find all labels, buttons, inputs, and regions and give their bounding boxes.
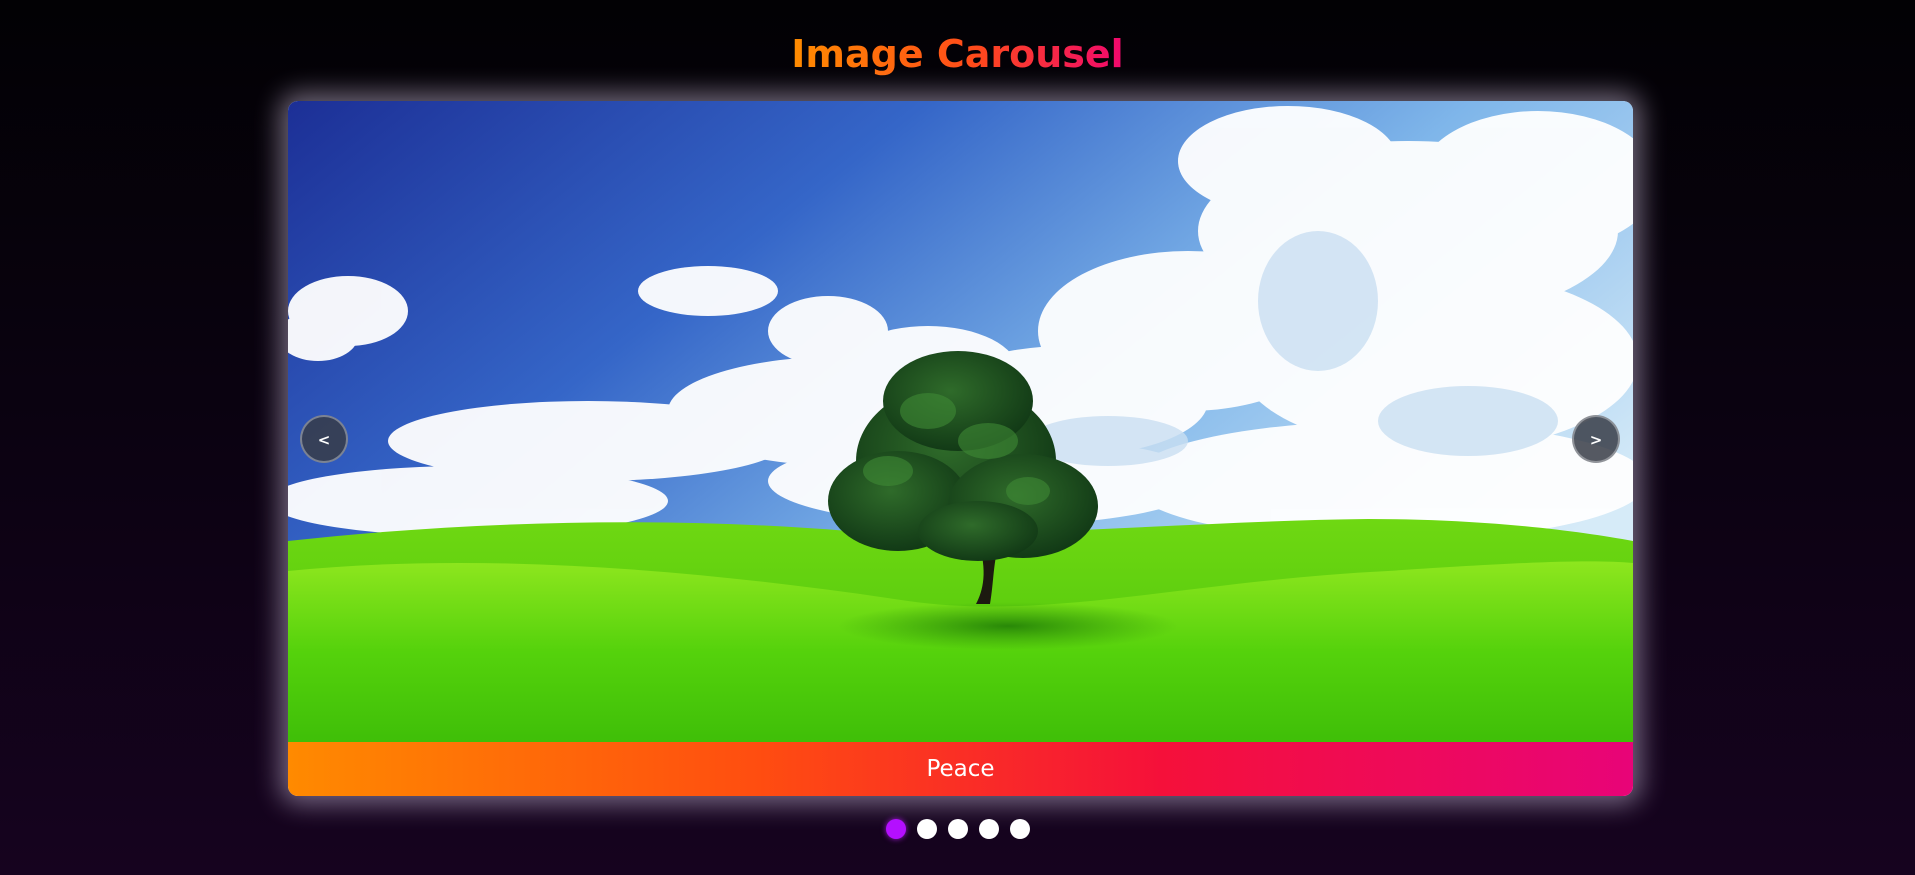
slide-dot-4[interactable] — [978, 819, 999, 839]
image-carousel: Peace — [288, 101, 1633, 796]
slide-image — [288, 101, 1633, 742]
slide-dot-3[interactable] — [947, 819, 968, 839]
slide-dot-5[interactable] — [1009, 819, 1030, 839]
slide-dot-2[interactable] — [916, 819, 937, 839]
previous-slide-button[interactable]: < — [300, 415, 348, 463]
next-slide-button[interactable]: > — [1572, 415, 1620, 463]
slide-caption: Peace — [288, 742, 1633, 796]
slide-indicators — [0, 819, 1915, 841]
slide-dot-1[interactable] — [885, 819, 906, 839]
page-title: Image Carousel — [791, 32, 1124, 76]
